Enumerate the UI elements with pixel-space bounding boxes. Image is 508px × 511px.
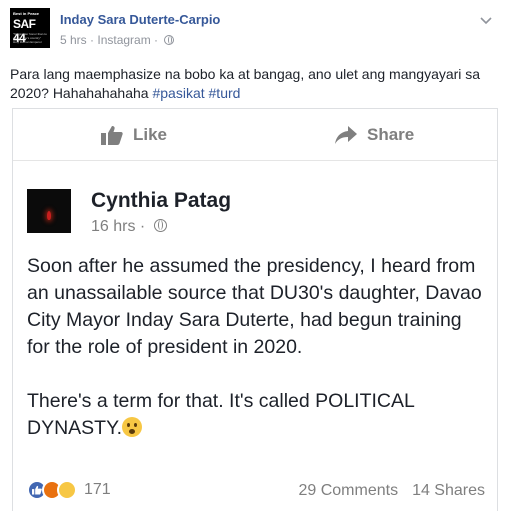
page-avatar[interactable]: Best in Peace SAF 44 "No greater honor t… [10,8,50,48]
chevron-down-icon[interactable] [478,12,494,28]
page-name-link[interactable]: Inday Sara Duterte-Carpio [60,12,220,27]
embedded-post-body: Soon after he assumed the presidency, I … [27,253,489,469]
post-header: Best in Peace SAF 44 "No greater honor t… [10,8,498,52]
thumbs-up-icon [101,126,123,145]
share-arrow-icon [335,126,357,144]
surprised-face-emoji-icon [122,417,143,437]
shared-screenshot-card: Like Share Cynthia Patag 16 hrs · Soon a… [12,108,498,511]
embedded-post: Cynthia Patag 16 hrs · Soon after he ass… [13,161,497,511]
avatar-caption-top: Best in Peace [13,11,40,16]
share-button[interactable]: Share [335,109,414,161]
post-text: Para lang maemphasize na bobo ka at bang… [10,65,490,103]
globe-icon [164,35,175,45]
reactions-summary[interactable]: 171 [27,480,111,500]
embedded-post-time: 16 hrs [91,218,136,235]
candle-flame-icon [47,211,51,220]
hashtag-link[interactable]: #turd [209,85,241,101]
author-avatar [27,189,71,233]
engagement-counts: 29 Comments 14 Shares [284,482,485,500]
embedded-post-meta: 16 hrs · [91,218,167,236]
author-name: Cynthia Patag [91,189,232,212]
embedded-paragraph-2: There's a term for that. It's called POL… [27,388,489,442]
comments-count[interactable]: 29 Comments [298,482,398,499]
globe-icon [153,219,167,232]
embedded-paragraph-1: Soon after he assumed the presidency, I … [27,255,482,358]
post-meta: 5 hrs · Instagram · [60,33,175,47]
action-bar: Like Share [13,109,497,161]
reaction-footer: 171 29 Comments 14 Shares [13,478,497,511]
hashtag-link[interactable]: #pasikat [152,85,204,101]
shares-count[interactable]: 14 Shares [412,482,485,499]
like-button[interactable]: Like [101,109,167,161]
like-label: Like [133,125,168,144]
post-body-text: Para lang maemphasize na bobo ka at bang… [10,66,481,101]
post-time[interactable]: 5 hrs [60,33,87,47]
embedded-paragraph-2-text: There's a term for that. It's called POL… [27,390,415,439]
reaction-count: 171 [84,481,111,498]
share-label: Share [367,125,415,144]
haha-reaction-icon [57,480,77,500]
post-source: Instagram [97,33,151,47]
avatar-caption-quote: "No greater honor than to die for one's … [13,32,47,44]
